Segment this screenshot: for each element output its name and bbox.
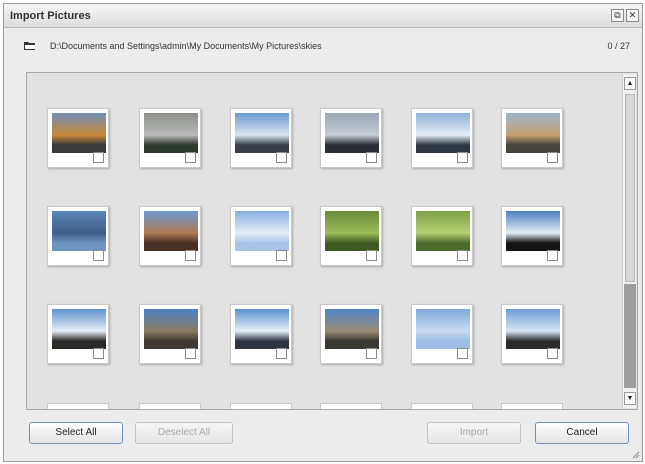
photo-thumbnail[interactable]	[411, 403, 473, 409]
select-checkbox[interactable]	[547, 348, 558, 359]
photo-thumbnail[interactable]	[47, 108, 109, 168]
sky-photo	[416, 211, 470, 251]
photo-thumbnail[interactable]	[320, 206, 382, 266]
path-bar: D:\Documents and Settings\admin\My Docum…	[4, 38, 642, 58]
photo-thumbnail[interactable]	[139, 403, 201, 409]
sky-photo	[506, 309, 560, 349]
sky-photo	[325, 309, 379, 349]
photo-thumbnail[interactable]	[411, 304, 473, 364]
sky-photo	[52, 309, 106, 349]
photo-thumbnail[interactable]	[501, 108, 563, 168]
sky-photo	[144, 211, 198, 251]
window-title: Import Pictures	[10, 10, 91, 22]
photo-thumbnail[interactable]	[230, 108, 292, 168]
sky-photo	[52, 211, 106, 251]
select-checkbox[interactable]	[366, 250, 377, 261]
sky-photo	[144, 309, 198, 349]
sky-photo	[506, 211, 560, 251]
sky-photo	[235, 211, 289, 251]
photo-thumbnail[interactable]	[139, 108, 201, 168]
sky-photo	[325, 113, 379, 153]
restore-icon[interactable]: ⧉	[611, 9, 624, 22]
photo-thumbnail[interactable]	[139, 206, 201, 266]
photo-thumbnail[interactable]	[501, 403, 563, 409]
sky-photo	[506, 113, 560, 153]
selection-count: 0 / 27	[607, 41, 630, 51]
select-checkbox[interactable]	[185, 152, 196, 163]
photo-thumbnail[interactable]	[411, 108, 473, 168]
photo-thumbnail[interactable]	[47, 206, 109, 266]
select-checkbox[interactable]	[457, 348, 468, 359]
photo-thumbnail[interactable]	[230, 304, 292, 364]
thumbnail-grid[interactable]: ▲ ▼	[26, 72, 638, 410]
scroll-down-icon[interactable]: ▼	[624, 392, 636, 405]
sky-photo	[235, 309, 289, 349]
import-button[interactable]: Import	[427, 422, 521, 444]
select-all-button[interactable]: Select All	[29, 422, 123, 444]
resize-grip-icon[interactable]	[632, 451, 640, 459]
select-checkbox[interactable]	[93, 152, 104, 163]
photo-thumbnail[interactable]	[501, 304, 563, 364]
deselect-all-button[interactable]: Deselect All	[135, 422, 233, 444]
select-checkbox[interactable]	[185, 250, 196, 261]
sky-photo	[416, 113, 470, 153]
sky-photo	[325, 211, 379, 251]
photo-thumbnail[interactable]	[320, 403, 382, 409]
select-checkbox[interactable]	[366, 348, 377, 359]
photo-thumbnail[interactable]	[411, 206, 473, 266]
photo-thumbnail[interactable]	[501, 206, 563, 266]
select-checkbox[interactable]	[457, 250, 468, 261]
title-bar[interactable]: Import Pictures ⧉ ✕	[4, 4, 642, 28]
sky-photo	[52, 113, 106, 153]
select-checkbox[interactable]	[276, 348, 287, 359]
sky-photo	[144, 113, 198, 153]
photo-thumbnail[interactable]	[320, 108, 382, 168]
photo-thumbnail[interactable]	[230, 206, 292, 266]
photo-thumbnail[interactable]	[320, 304, 382, 364]
photo-thumbnail[interactable]	[230, 403, 292, 409]
folder-icon[interactable]	[24, 41, 36, 51]
photo-thumbnail[interactable]	[139, 304, 201, 364]
sky-photo	[235, 113, 289, 153]
select-checkbox[interactable]	[276, 152, 287, 163]
select-checkbox[interactable]	[547, 152, 558, 163]
select-checkbox[interactable]	[93, 250, 104, 261]
scrollbar-track[interactable]	[624, 284, 636, 388]
scroll-up-icon[interactable]: ▲	[624, 77, 636, 90]
photo-thumbnail[interactable]	[47, 304, 109, 364]
select-checkbox[interactable]	[276, 250, 287, 261]
cancel-button[interactable]: Cancel	[535, 422, 629, 444]
select-checkbox[interactable]	[185, 348, 196, 359]
close-icon[interactable]: ✕	[626, 9, 639, 22]
select-checkbox[interactable]	[93, 348, 104, 359]
photo-thumbnail[interactable]	[47, 403, 109, 409]
select-checkbox[interactable]	[457, 152, 468, 163]
select-checkbox[interactable]	[366, 152, 377, 163]
sky-photo	[416, 309, 470, 349]
scrollbar-thumb[interactable]	[625, 94, 635, 282]
vertical-scrollbar[interactable]: ▲ ▼	[622, 74, 636, 408]
select-checkbox[interactable]	[547, 250, 558, 261]
folder-path: D:\Documents and Settings\admin\My Docum…	[50, 41, 322, 51]
import-pictures-dialog: Import Pictures ⧉ ✕ D:\Documents and Set…	[3, 3, 643, 462]
